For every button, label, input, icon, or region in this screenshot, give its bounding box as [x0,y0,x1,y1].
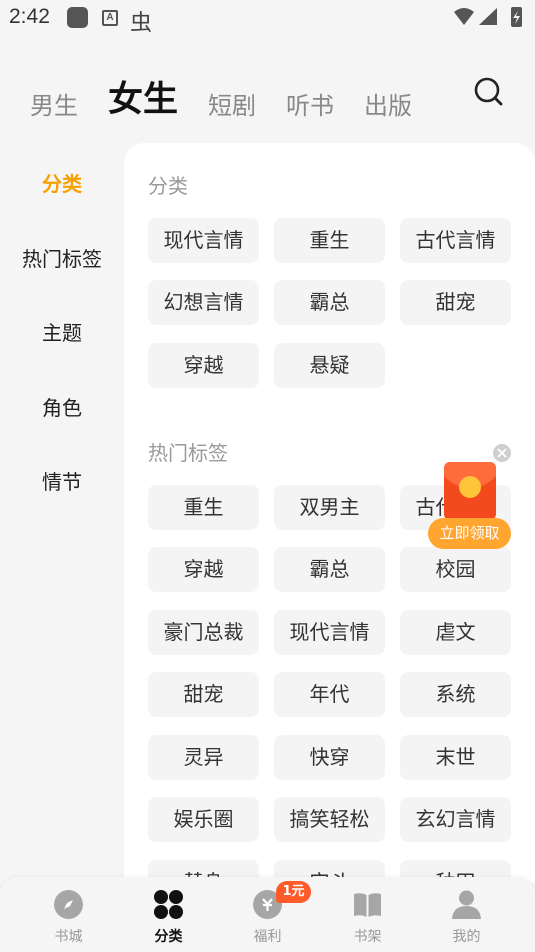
tag-chip[interactable]: 快穿 [274,735,385,780]
nav-item-bookshelf[interactable]: 书架 [314,877,421,952]
promo-claim-button[interactable]: 立即领取 [428,518,511,549]
tab-male[interactable]: 男生 [30,86,78,121]
tag-chip[interactable]: 系统 [400,672,511,717]
nav-label: 分类 [154,929,183,945]
book-icon [354,893,381,917]
category-chip[interactable]: 现代言情 [148,218,259,263]
bottom-nav: 书城 分类 福利 书架 我的 [0,877,535,952]
status-bar: 2:42 A 虫 [0,0,535,38]
system-status-icons [454,7,522,27]
sidebar-item-hot-tags[interactable]: 热门标签 [0,243,124,272]
section-title-category: 分类 [148,174,188,198]
debug-icon: 虫 [130,11,153,36]
tag-chip[interactable]: 甜宠 [148,672,259,717]
tab-audiobook[interactable]: 听书 [286,86,334,121]
nav-label: 福利 [253,929,282,945]
tag-chip[interactable]: 娱乐圈 [148,797,259,842]
tab-short-drama[interactable]: 短剧 [208,86,256,121]
tag-chip[interactable]: 重生 [148,485,259,530]
welfare-badge: 1元 [276,881,311,903]
sidebar-item-category[interactable]: 分类 [0,168,124,197]
person-icon [452,890,481,919]
close-icon [497,448,507,458]
tab-female[interactable]: 女生 [108,71,178,122]
search-icon[interactable] [471,74,507,110]
tag-chip[interactable]: 搞笑轻松 [274,797,385,842]
category-chip[interactable]: 穿越 [148,343,259,388]
notification-app-icon [67,7,88,28]
tag-chip[interactable]: 现代言情 [274,610,385,655]
grid-icon [154,890,183,919]
compass-icon [54,890,83,919]
sidebar-item-theme[interactable]: 主题 [0,317,124,346]
tag-chip[interactable]: 校园 [400,547,511,592]
tag-chip[interactable]: 豪门总裁 [148,610,259,655]
nav-label: 我的 [452,929,481,945]
nav-label: 书城 [54,929,83,945]
nav-item-category[interactable]: 分类 [115,877,222,952]
sidebar-item-plot[interactable]: 情节 [0,466,124,495]
category-chip[interactable]: 甜宠 [400,280,511,325]
nav-item-bookstore[interactable]: 书城 [15,877,122,952]
promo-close-button[interactable] [493,444,511,462]
status-time: 2:42 [9,5,50,28]
nav-label: 书架 [353,929,382,945]
category-chip[interactable]: 重生 [274,218,385,263]
tag-chip[interactable]: 年代 [274,672,385,717]
category-chip[interactable]: 古代言情 [400,218,511,263]
tag-chip[interactable]: 玄幻言情 [400,797,511,842]
category-chip[interactable]: 悬疑 [274,343,385,388]
tag-chip[interactable]: 双男主 [274,485,385,530]
tag-chip[interactable]: 末世 [400,735,511,780]
keyboard-notification-icon: A [102,10,118,26]
tag-chip[interactable]: 霸总 [274,547,385,592]
nav-item-profile[interactable]: 我的 [413,877,520,952]
category-chip[interactable]: 幻想言情 [148,280,259,325]
category-chip[interactable]: 霸总 [274,280,385,325]
red-packet-icon[interactable] [444,462,496,520]
tag-chip[interactable]: 灵异 [148,735,259,780]
sidebar-item-role[interactable]: 角色 [0,392,124,421]
tab-publishing[interactable]: 出版 [364,86,412,121]
tag-chip[interactable]: 虐文 [400,610,511,655]
tag-chip[interactable]: 穿越 [148,547,259,592]
section-title-hot-tags: 热门标签 [148,441,228,465]
